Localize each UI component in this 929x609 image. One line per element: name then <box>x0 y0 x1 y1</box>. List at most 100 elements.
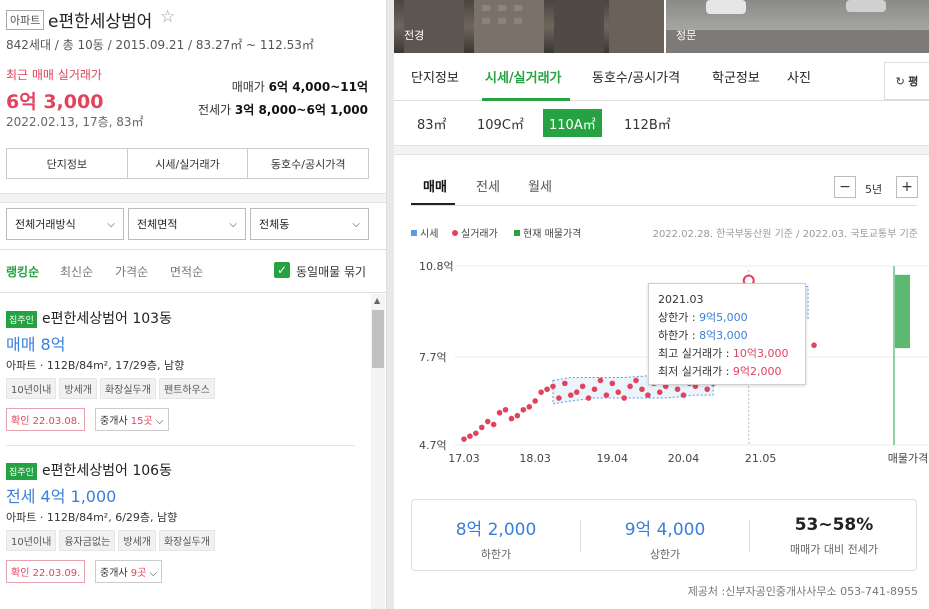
trade-point <box>656 389 663 395</box>
trade-point <box>538 389 544 395</box>
gate-photo-icon <box>666 0 929 53</box>
chevron-down-icon: ⌵ <box>107 218 115 230</box>
list-top-divider <box>0 292 386 293</box>
listing-title: e편한세상범어 106동 <box>42 463 172 479</box>
chevron-down-icon: ⌵ <box>352 218 360 230</box>
trade-point <box>532 398 538 404</box>
trade-point <box>585 395 592 401</box>
building-photo-icon <box>404 0 664 53</box>
trade-point <box>633 377 639 384</box>
scrollbar-thumb[interactable] <box>372 310 384 368</box>
trade-point <box>704 386 711 393</box>
legend-listing: 현재 매물가격 <box>514 225 581 240</box>
x-tick-label: 17.03 <box>448 452 480 465</box>
listing-desc: 아파트 · 112B/84m², 6/29층, 남향 <box>6 511 178 524</box>
trade-point <box>591 386 598 393</box>
chart-tab-sale[interactable]: 매매 <box>423 176 447 195</box>
filter-trade-type[interactable]: 전체거래방식 ⌵ <box>6 208 124 240</box>
photo-label-gate: 정문 <box>676 29 697 42</box>
tab-photos[interactable]: 사진 <box>787 67 811 86</box>
agent-count-button[interactable]: 중개사 15곳 ⌵ <box>95 408 169 431</box>
listing-desc: 아파트 · 112B/84m², 17/29층, 남향 <box>6 359 185 372</box>
trade-point <box>520 406 527 413</box>
trade-point <box>496 409 503 416</box>
sale-price-range: 매매가 6억 4,000~11억 <box>231 80 368 94</box>
trade-point <box>621 395 627 401</box>
sort-price[interactable]: 가격순 <box>115 263 148 280</box>
area-option[interactable]: 109C㎡ <box>471 109 530 137</box>
photo-overview[interactable]: 전경 <box>394 0 664 53</box>
chevron-down-icon: ⌵ <box>229 218 237 230</box>
period-plus-button[interactable]: + <box>896 176 918 198</box>
agent-count-button[interactable]: 중개사 9곳 ⌵ <box>95 560 163 583</box>
list-item[interactable]: 집주인 e편한세상범어 106동 전세 4억 1,000 아파트 · 112B/… <box>6 463 356 588</box>
favorite-star-icon[interactable]: ☆ <box>160 7 175 27</box>
left-tab-group: 단지정보 시세/실거래가 동호수/공시가격 <box>6 148 369 179</box>
filter-divider <box>0 249 386 250</box>
area-option-active[interactable]: 110A㎡ <box>543 109 602 137</box>
listing-price: 전세 4억 1,000 <box>6 487 117 506</box>
x-tick-label: 18.03 <box>519 452 551 465</box>
price-summary: 8억 2,000 하한가 9억 4,000 상한가 53~58% 매매가 대비 … <box>411 499 917 571</box>
tab-school[interactable]: 학군정보 <box>712 67 760 86</box>
listing-tag: 화장실두개 <box>99 378 156 399</box>
left-tab-units[interactable]: 동호수/공시가격 <box>248 149 368 178</box>
x-tick-label: 20.04 <box>668 452 700 465</box>
list-item[interactable]: 집주인 e편한세상범어 103동 매매 8억 아파트 · 112B/84m², … <box>6 311 356 436</box>
owner-badge: 집주인 <box>6 463 37 480</box>
trade-point <box>811 342 817 349</box>
confirm-date: 확인 22.03.08. <box>6 408 86 431</box>
tooltip-date: 2021.03 <box>658 293 704 306</box>
trade-point <box>502 406 509 413</box>
listing-price: 매매 8억 <box>6 335 66 354</box>
left-tab-price[interactable]: 시세/실거래가 <box>128 149 249 178</box>
area-selector: 83㎡ 109C㎡ 110A㎡ 112B㎡ <box>394 101 929 145</box>
chart-tab-divider <box>411 205 917 206</box>
trade-point <box>573 389 580 395</box>
area-option[interactable]: 112B㎡ <box>618 109 677 137</box>
listing-title: e편한세상범어 103동 <box>42 311 172 327</box>
provider-footer: 제공처 :신부자공인중개사사무소 053-741-8955 <box>687 585 918 598</box>
period-minus-button[interactable]: − <box>834 176 856 198</box>
property-type-badge: 아파트 <box>6 10 45 30</box>
right-panel: 전경 정문 단지정보 시세/실거래가 동호수/공시가격 학군정보 사진 ↻ 평 … <box>394 0 929 609</box>
chart-tab-jeonse[interactable]: 전세 <box>476 176 500 195</box>
scroll-up-icon[interactable]: ▲ <box>374 296 380 305</box>
trade-point <box>562 380 568 387</box>
area-option[interactable]: 83㎡ <box>411 109 453 137</box>
trade-point <box>645 392 651 398</box>
trade-point <box>461 436 467 442</box>
trade-point <box>467 433 473 439</box>
trade-point <box>680 392 687 398</box>
trade-point <box>508 415 515 422</box>
chart-tab-monthly[interactable]: 월세 <box>528 176 552 195</box>
filter-building[interactable]: 전체동 ⌵ <box>250 208 369 240</box>
summary-upper: 9억 4,000 상한가 <box>624 520 706 561</box>
listing-tag: 융자금없는 <box>59 530 116 551</box>
listing-price-bar <box>895 274 910 349</box>
same-listing-checkbox[interactable]: ✓ <box>274 262 290 278</box>
left-tab-info[interactable]: 단지정보 <box>7 149 128 178</box>
trade-point <box>514 412 521 419</box>
tooltip-min: 최저 실거래가 : 9억2,000 <box>658 365 782 378</box>
panel-gap <box>387 0 394 609</box>
sort-ranking[interactable]: 랭킹순 <box>6 263 39 280</box>
sort-area[interactable]: 면적순 <box>170 263 203 280</box>
trade-point <box>579 383 586 390</box>
listing-tags: 10년이내 방세개 화장실두개 펜트하우스 <box>6 378 215 399</box>
complex-meta: 842세대 / 총 10동 / 2015.09.21 / 83.27㎡ ~ 11… <box>6 38 314 52</box>
section-separator <box>0 193 386 203</box>
listing-tag: 화장실두개 <box>158 530 215 551</box>
tab-complex-info[interactable]: 단지정보 <box>411 67 459 86</box>
photo-gate[interactable]: 정문 <box>666 0 929 53</box>
unit-toggle-button[interactable]: ↻ 평 <box>884 62 929 100</box>
x-tick-label: 매물가격 <box>888 452 928 465</box>
sort-latest[interactable]: 최신순 <box>60 263 93 280</box>
tab-price[interactable]: 시세/실거래가 <box>485 67 562 86</box>
x-tick-label: 19.04 <box>597 452 629 465</box>
tab-units[interactable]: 동호수/공시가격 <box>592 67 680 86</box>
summary-ratio: 53~58% 매매가 대비 전세가 <box>790 515 878 556</box>
legend-market: 시세 <box>411 225 438 240</box>
filter-area[interactable]: 전체면적 ⌵ <box>128 208 246 240</box>
photo-label-overview: 전경 <box>404 29 425 42</box>
